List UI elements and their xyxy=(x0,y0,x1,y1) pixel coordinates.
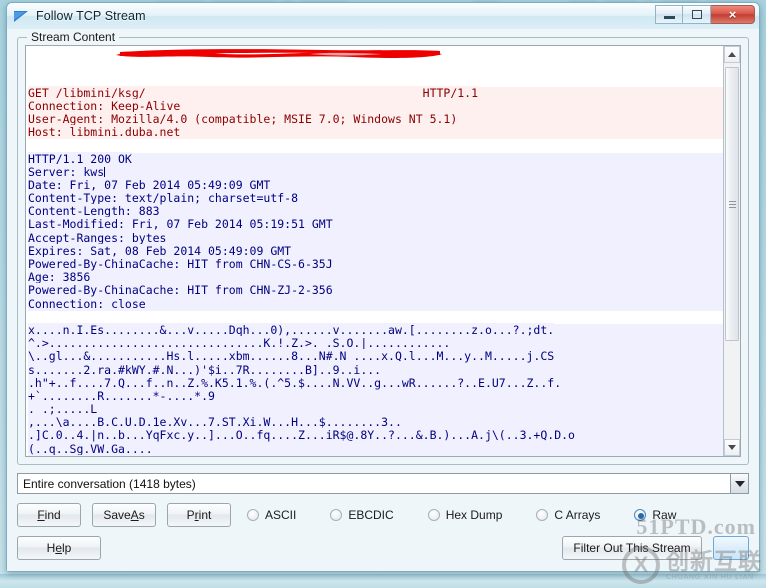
stream-text-container: GET /libmini/ksg/ HTTP/1.1 Connection: Ke… xyxy=(25,45,741,457)
help-button[interactable]: He lp xyxy=(17,536,101,560)
save-as-mnemonic: A xyxy=(130,508,139,522)
save-as-button[interactable]: Save As xyxy=(92,503,156,527)
stream-content-label: Stream Content xyxy=(27,30,120,44)
stream-blank-line xyxy=(28,310,723,324)
maximize-icon xyxy=(691,10,702,19)
conversation-select-button[interactable] xyxy=(730,473,749,494)
scrollbar-thumb[interactable] xyxy=(725,67,739,342)
format-option-label: Raw xyxy=(652,508,677,522)
scroll-down-button[interactable] xyxy=(724,439,740,456)
window-title: Follow TCP Stream xyxy=(36,9,146,23)
radio-icon[interactable] xyxy=(427,509,440,521)
radio-icon[interactable] xyxy=(330,509,343,521)
stream-text-area[interactable]: GET /libmini/ksg/ HTTP/1.1 Connection: Ke… xyxy=(26,46,723,456)
stream-response-header-line: Powered-By-ChinaCache: HIT from CHN-ZJ-2… xyxy=(28,283,723,298)
stream-response-header-line: Powered-By-ChinaCache: HIT from CHN-CS-6… xyxy=(28,257,723,272)
stream-request-line: Connection: Keep-Alive xyxy=(28,98,723,113)
scrollbar-track[interactable] xyxy=(724,63,740,439)
stream-response-header-line: Server: kws xyxy=(28,164,723,179)
format-option-raw[interactable]: Raw xyxy=(634,508,676,522)
stream-response-header-line: Last-Modified: Fri, 07 Feb 2014 05:19:51… xyxy=(28,217,723,232)
filter-out-stream-button[interactable]: Filter Out This Stream xyxy=(562,536,702,560)
window-controls: × xyxy=(655,5,755,24)
stream-response-header-line: Connection: close xyxy=(28,296,723,311)
close-dialog-button[interactable] xyxy=(713,536,749,560)
stream-request-line: Host: libmini.duba.net xyxy=(28,125,723,140)
dialog-footer: He lp Filter Out This Stream xyxy=(7,533,759,571)
redaction-scribble xyxy=(116,49,442,58)
conversation-select[interactable]: Entire conversation (1418 bytes) xyxy=(17,473,731,494)
close-button[interactable]: × xyxy=(711,5,755,24)
backdrop-statusbar xyxy=(0,574,766,588)
minimize-icon xyxy=(663,16,675,19)
action-row: Find Save As Pr int ASCII EBCDIC Hex Dump C … xyxy=(17,503,749,527)
title-bar[interactable]: Follow TCP Stream × xyxy=(7,3,759,29)
print-label-post: int xyxy=(198,508,212,522)
format-option-label: C Arrays xyxy=(554,508,601,522)
format-radio-group: ASCII EBCDIC Hex Dump C Arrays Raw xyxy=(247,508,676,522)
find-mnemonic: F xyxy=(37,508,45,522)
find-label: ind xyxy=(44,508,61,522)
format-option-label: Hex Dump xyxy=(445,508,503,522)
help-label-post: lp xyxy=(62,541,72,555)
stream-response-body-line: \..gl...&...........Hs.l.....xbm......8.… xyxy=(28,349,723,364)
follow-tcp-stream-window: Follow TCP Stream × Stream Content GET /… xyxy=(6,2,760,572)
radio-icon[interactable] xyxy=(634,509,647,521)
find-button[interactable]: Find xyxy=(17,503,81,527)
chevron-up-icon xyxy=(728,52,736,57)
chevron-down-icon xyxy=(728,445,736,450)
stream-response-body-line: .]C.0..4.|n..b...YqFxc.y..]...O..fq....Z… xyxy=(28,428,723,443)
save-as-label-post: s xyxy=(138,508,145,522)
maximize-button[interactable] xyxy=(683,5,711,24)
conversation-select-value: Entire conversation (1418 bytes) xyxy=(23,476,196,491)
stream-blank-line xyxy=(28,139,723,153)
stream-request-line: GET /libmini/ksg/ HTTP/1.1 xyxy=(28,85,723,100)
format-option-ebcdic[interactable]: EBCDIC xyxy=(330,508,394,522)
dialog-client-area: Stream Content GET /libmini/ksg/ HTTP/1.… xyxy=(7,29,759,533)
format-option-c-arrays[interactable]: C Arrays xyxy=(536,508,600,522)
format-option-label: ASCII xyxy=(265,508,297,522)
help-label-pre: H xyxy=(46,541,56,555)
radio-icon[interactable] xyxy=(536,509,549,521)
stream-response-header-line: HTTP/1.1 200 OK xyxy=(28,151,723,166)
text-caret xyxy=(104,166,106,177)
help-mnemonic: e xyxy=(55,541,62,555)
print-label-pre: P xyxy=(186,508,195,522)
stream-response-body-line: s.......2.ra.#kWY.#.N...)'$i..7R........… xyxy=(28,362,723,377)
format-option-ascii[interactable]: ASCII xyxy=(247,508,296,522)
save-as-label-pre: Save xyxy=(103,508,131,522)
format-option-label: EBCDIC xyxy=(348,508,394,522)
stream-response-header-line: Accept-Ranges: bytes xyxy=(28,230,723,245)
stream-response-body-line: .h"+..f....7.Q...f..n..Z.%.K5.1.%.(.^5.$… xyxy=(28,375,723,390)
stream-content-group: Stream Content GET /libmini/ksg/ HTTP/1.… xyxy=(17,30,749,465)
minimize-button[interactable] xyxy=(655,5,683,24)
stream-response-body-line: +`........R.......*-....*.9 xyxy=(28,388,723,404)
scroll-up-button[interactable] xyxy=(724,46,740,63)
format-option-hex-dump[interactable]: Hex Dump xyxy=(427,508,503,522)
grip-icon xyxy=(728,199,736,210)
stream-response-body-line: (..q..Sg.VW.Ga.... xyxy=(28,441,723,456)
radio-icon[interactable] xyxy=(247,509,259,521)
conversation-row: Entire conversation (1418 bytes) xyxy=(17,473,749,494)
stream-vertical-scrollbar[interactable] xyxy=(723,46,740,456)
close-icon: × xyxy=(728,7,737,22)
wireshark-icon xyxy=(14,9,30,24)
chevron-down-icon xyxy=(734,480,745,487)
print-button[interactable]: Pr int xyxy=(167,503,231,527)
